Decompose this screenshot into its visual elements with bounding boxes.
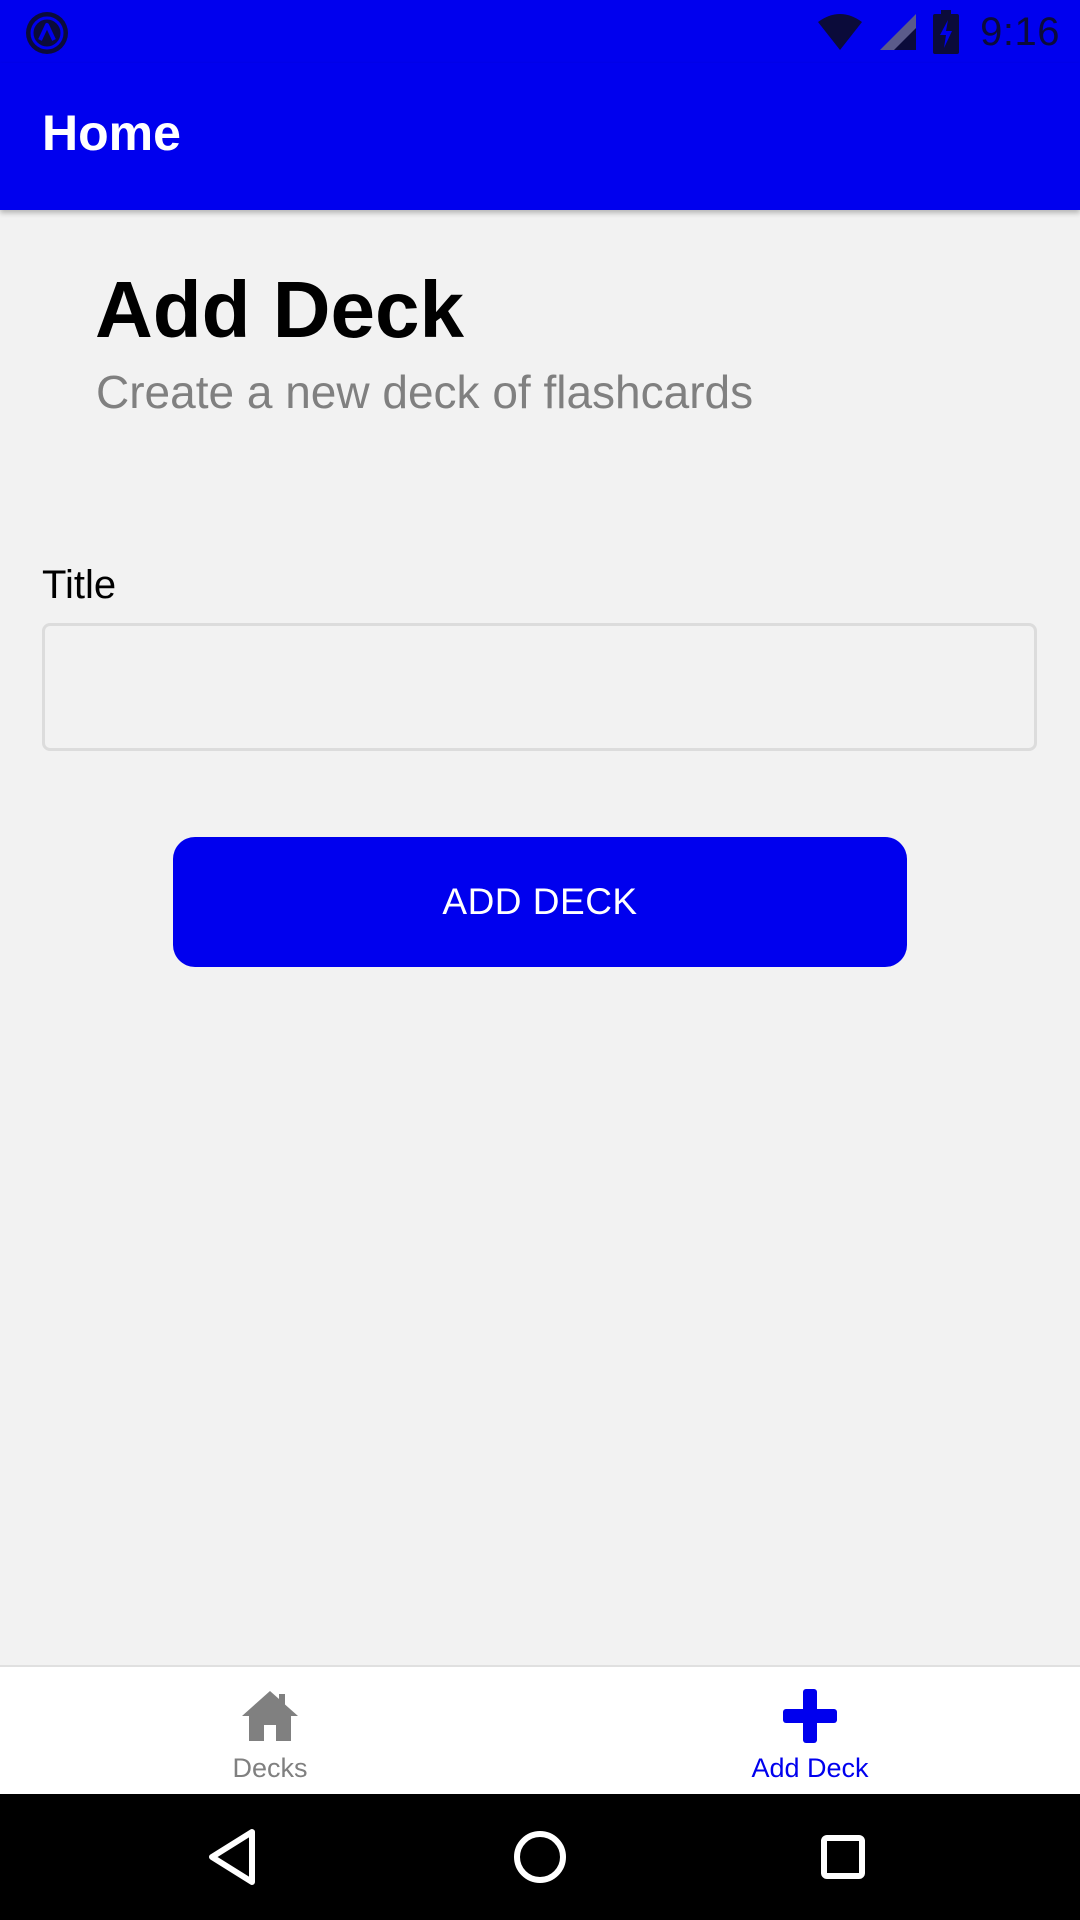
bottom-tab-bar: Decks Add Deck <box>0 1665 1080 1794</box>
react-native-app-icon <box>26 12 68 54</box>
tab-decks-label: Decks <box>232 1753 308 1783</box>
tab-add-deck-label: Add Deck <box>751 1753 869 1783</box>
battery-charging-icon <box>933 10 960 54</box>
system-nav-bar <box>0 1794 1080 1920</box>
tab-add-deck[interactable]: Add Deck <box>540 1667 1080 1794</box>
cellular-signal-icon <box>880 14 917 50</box>
status-bar: 9:16 <box>0 0 1080 63</box>
home-icon <box>242 1691 298 1741</box>
app-bar: Home <box>0 63 1080 210</box>
page-subtitle: Create a new deck of flashcards <box>96 366 754 418</box>
app-bar-title: Home <box>42 105 181 161</box>
title-input[interactable] <box>42 623 1037 751</box>
status-time: 9:16 <box>980 10 1060 54</box>
home-circle-icon[interactable] <box>505 1822 575 1892</box>
add-deck-button[interactable]: ADD DECK <box>173 837 907 967</box>
back-icon[interactable] <box>200 1822 270 1892</box>
tab-decks[interactable]: Decks <box>0 1667 540 1794</box>
screen: 9:16 Home Add Deck Create a new deck of … <box>0 0 1080 1920</box>
plus-icon <box>783 1689 837 1743</box>
page-title: Add Deck <box>95 265 464 354</box>
status-icons: 9:16 <box>816 6 1060 58</box>
recents-icon[interactable] <box>808 1822 878 1892</box>
title-field-label: Title <box>42 563 117 607</box>
wifi-icon <box>818 14 863 50</box>
